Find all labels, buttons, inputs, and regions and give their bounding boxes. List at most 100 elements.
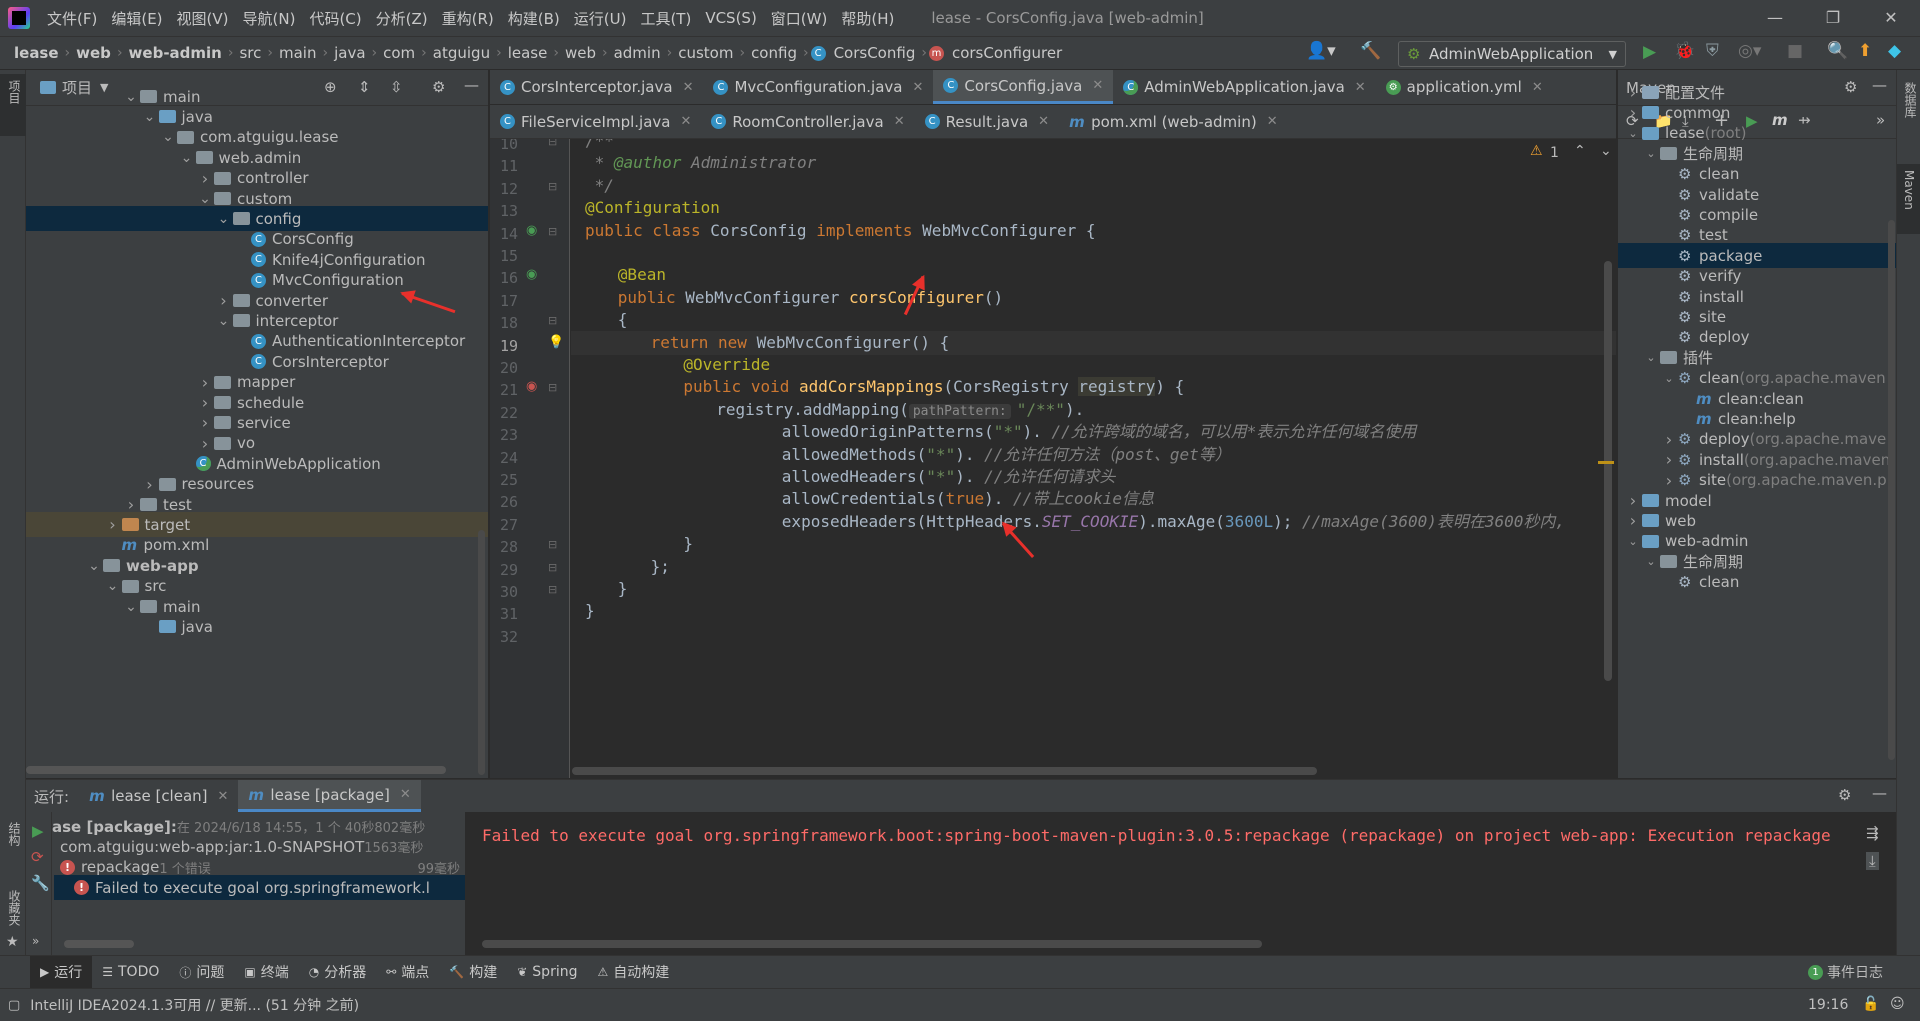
expanded-arrow-icon[interactable]: ⌄ xyxy=(1660,372,1678,385)
coverage-icon[interactable]: ⛨ xyxy=(1706,41,1719,61)
implementation-gutter-icon[interactable]: ◉ xyxy=(526,223,537,238)
code-line[interactable]: */ xyxy=(571,174,614,198)
more-icon[interactable]: » xyxy=(32,934,39,948)
profile-icon[interactable]: ◎▾ xyxy=(1738,41,1761,61)
code-line[interactable]: @Override xyxy=(571,353,770,377)
fold-marker-icon[interactable]: ⊟ xyxy=(548,381,557,394)
menu-item[interactable]: VCS(S) xyxy=(698,9,763,27)
jetbrains-ai-icon[interactable]: ◆ xyxy=(1888,41,1901,61)
code-line[interactable]: allowedMethods("*"). //允许任何方法（post、get等） xyxy=(571,443,1231,467)
status-message[interactable]: IntelliJ IDEA2024.1.3可用 // 更新... (51 分钟 … xyxy=(30,995,359,1015)
code-line[interactable]: { xyxy=(571,308,628,332)
tool-tab[interactable]: ▶ 运行 xyxy=(30,956,93,988)
warning-count[interactable]: 1 xyxy=(1550,145,1559,161)
code-line[interactable]: allowCredentials(true). //带上cookie信息 xyxy=(571,487,1154,511)
toggle-tool-windows-icon[interactable]: ▢ xyxy=(8,998,20,1013)
menu-item[interactable]: 帮助(H) xyxy=(834,8,901,29)
close-icon[interactable]: ✕ xyxy=(1862,0,1920,36)
override-gutter-icon[interactable]: ◉ xyxy=(526,379,537,394)
run-icon[interactable]: ▶ xyxy=(1643,42,1656,62)
vertical-scrollbar[interactable] xyxy=(478,530,485,775)
fold-marker-icon[interactable]: ⊟ xyxy=(548,180,557,193)
warning-icon[interactable]: ⚠ xyxy=(1530,143,1543,159)
expanded-arrow-icon[interactable]: ⌄ xyxy=(122,89,140,105)
menu-item[interactable]: 运行(U) xyxy=(567,8,634,29)
scroll-to-end-icon[interactable]: ⤓ xyxy=(1866,852,1879,870)
menu-item[interactable]: 分析(Z) xyxy=(369,8,435,29)
close-tab-icon[interactable]: ✕ xyxy=(400,787,411,802)
code-line[interactable]: public WebMvcConfigurer corsConfigurer() xyxy=(571,286,1003,310)
notifications-icon[interactable]: ☺ xyxy=(1890,996,1905,1012)
collapsed-arrow-icon[interactable]: › xyxy=(1624,103,1642,122)
minimize-icon[interactable]: — xyxy=(1746,0,1804,36)
breadcrumb-item[interactable]: com xyxy=(379,44,419,62)
collapsed-arrow-icon[interactable]: › xyxy=(196,169,214,188)
editor-tab[interactable]: C FileServiceImpl.java ✕ xyxy=(490,105,701,138)
editor-tab[interactable]: C CorsConfig.java ✕ xyxy=(933,70,1114,104)
code-line[interactable]: }; xyxy=(571,555,670,579)
rerun-icon[interactable]: ▶ xyxy=(32,822,44,840)
fold-marker-icon[interactable]: ⊟ xyxy=(548,139,557,148)
menu-item[interactable]: 视图(V) xyxy=(170,8,236,29)
collapsed-arrow-icon[interactable]: › xyxy=(1624,83,1642,102)
debug-icon[interactable]: 🐞 xyxy=(1674,41,1695,61)
run-configuration-select[interactable]: ⚙ AdminWebApplication ▼ xyxy=(1398,41,1626,67)
breadcrumb-item[interactable]: web-admin xyxy=(125,44,226,62)
collapsed-arrow-icon[interactable]: › xyxy=(104,515,122,534)
structure-tool-label[interactable]: 结构 xyxy=(6,822,23,846)
stop-icon[interactable]: ■ xyxy=(1787,41,1803,61)
close-tab-icon[interactable]: ✕ xyxy=(680,114,691,129)
code-line[interactable]: allowedOriginPatterns("*"). //允许跨域的域名，可以… xyxy=(571,420,1417,444)
event-log-button[interactable]: 1 事件日志 xyxy=(1808,962,1883,982)
code-line[interactable]: } xyxy=(571,599,595,623)
next-highlight-icon[interactable]: ⌄ xyxy=(1600,143,1612,159)
code-line[interactable]: * @author Administrator xyxy=(571,151,817,175)
collapsed-arrow-icon[interactable]: › xyxy=(1624,511,1642,530)
collapsed-arrow-icon[interactable]: › xyxy=(196,373,214,392)
close-tab-icon[interactable]: ✕ xyxy=(683,80,694,95)
fold-marker-icon[interactable]: ⊟ xyxy=(548,538,557,551)
code-line[interactable]: @Configuration xyxy=(571,196,720,220)
breadcrumb-item[interactable]: src xyxy=(235,44,265,62)
tool-tab[interactable]: ⓘ 问题 xyxy=(169,956,234,988)
tree-item[interactable]: java xyxy=(26,614,488,639)
update-icon[interactable]: ⬆ xyxy=(1858,41,1872,61)
intention-bulb-icon[interactable]: 💡 xyxy=(548,335,564,350)
breadcrumb-item[interactable]: main xyxy=(275,44,320,62)
code-line[interactable]: return new WebMvcConfigurer() { xyxy=(571,330,1616,355)
breadcrumb-item[interactable]: corsConfigurer xyxy=(948,44,1066,62)
expanded-arrow-icon[interactable]: ⌄ xyxy=(1624,535,1642,548)
close-tab-icon[interactable]: ✕ xyxy=(1092,78,1103,93)
menu-item[interactable]: 窗口(W) xyxy=(764,8,835,29)
breadcrumb-item[interactable]: atguigu xyxy=(429,44,494,62)
code-line[interactable]: registry.addMapping(pathPattern: "/**"). xyxy=(571,398,1084,422)
breadcrumb-item[interactable]: config xyxy=(747,44,801,62)
close-tab-icon[interactable]: ✕ xyxy=(912,80,923,95)
bookmarks-tool-label[interactable]: 收藏夹 xyxy=(6,890,23,926)
expanded-arrow-icon[interactable]: ⌄ xyxy=(141,109,159,125)
breadcrumb-item[interactable]: lease xyxy=(10,44,63,62)
search-icon[interactable]: 🔍 xyxy=(1827,41,1848,61)
settings-wrench-icon[interactable]: 🔧 xyxy=(31,874,50,892)
build-hammer-icon[interactable]: 🔨 xyxy=(1360,41,1381,61)
horizontal-scrollbar[interactable] xyxy=(26,766,446,774)
editor-tab[interactable]: ⚙ application.yml ✕ xyxy=(1376,70,1553,104)
user-icon[interactable]: 👤▾ xyxy=(1306,41,1336,61)
gear-icon[interactable]: ⚙ xyxy=(1838,786,1851,804)
collapsed-arrow-icon[interactable]: › xyxy=(1660,430,1678,449)
code-line[interactable]: public void addCorsMappings(CorsRegistry… xyxy=(571,375,1184,399)
collapsed-arrow-icon[interactable]: › xyxy=(141,475,159,494)
tool-tab[interactable]: ⚠ 自动构建 xyxy=(587,956,679,988)
code-editor[interactable]: 10 11 12 13 14 15 16 17 18 19 20 21 22 23 24 25 26 27 28 29… xyxy=(490,139,1616,778)
collapsed-arrow-icon[interactable]: › xyxy=(122,495,140,514)
editor-horizontal-scrollbar[interactable] xyxy=(572,767,1317,775)
breadcrumb-item[interactable]: java xyxy=(330,44,369,62)
collapsed-arrow-icon[interactable]: › xyxy=(1660,471,1678,490)
run-tab[interactable]: m lease [package] ✕ xyxy=(238,780,421,812)
menu-item[interactable]: 文件(F) xyxy=(40,8,104,29)
breadcrumb-item[interactable]: web xyxy=(72,44,115,62)
tool-tab[interactable]: ▣ 终端 xyxy=(234,956,298,988)
editor-tab[interactable]: C AdminWebApplication.java ✕ xyxy=(1113,70,1375,104)
hide-icon[interactable]: — xyxy=(1872,784,1887,802)
expanded-arrow-icon[interactable]: ⌄ xyxy=(196,191,214,207)
